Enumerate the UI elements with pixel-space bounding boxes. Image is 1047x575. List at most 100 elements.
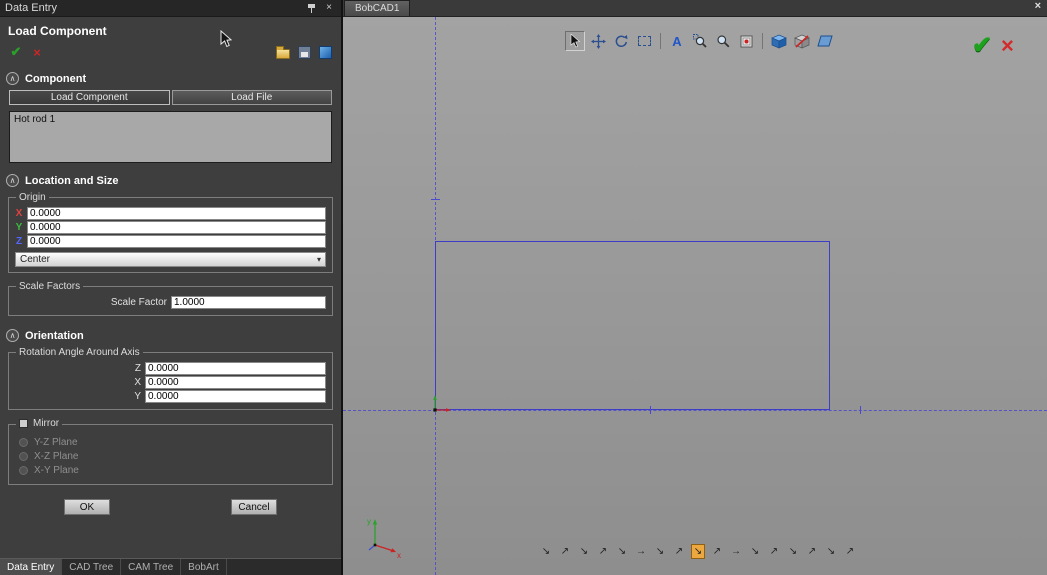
origin-z-input[interactable]: [27, 235, 326, 248]
translucent-view-icon[interactable]: [815, 31, 835, 51]
cancel-operation-icon[interactable]: ×: [1001, 33, 1014, 59]
panel-title: Data Entry: [5, 2, 300, 14]
snap-icon-8[interactable]: ↗: [672, 544, 686, 559]
mirror-checkbox[interactable]: [19, 419, 28, 428]
rotation-z-label: Z: [15, 363, 141, 374]
axis-x-label: X: [15, 208, 23, 219]
tab-cam-tree[interactable]: CAM Tree: [121, 559, 181, 575]
open-file-icon[interactable]: [274, 43, 292, 61]
snap-icon-17[interactable]: ↗: [843, 544, 857, 559]
collapse-icon: ∧: [6, 72, 19, 85]
scale-factors-group: Scale Factors Scale Factor: [8, 281, 333, 316]
document-area: BobCAD1 ×: [343, 0, 1047, 575]
radio-yz-plane[interactable]: [19, 438, 28, 447]
save-file-icon[interactable]: [295, 43, 313, 61]
cancel-button[interactable]: Cancel: [231, 499, 277, 515]
document-tab[interactable]: BobCAD1: [344, 0, 410, 16]
snap-icon-6[interactable]: →: [634, 544, 648, 559]
rotation-group-label: Rotation Angle Around Axis: [16, 347, 143, 358]
section-header-orientation[interactable]: ∧ Orientation: [0, 322, 341, 345]
hide-entity-icon[interactable]: [792, 31, 812, 51]
mirror-option-yz: Y-Z Plane: [19, 437, 322, 448]
snap-icon-14[interactable]: ↘: [786, 544, 800, 559]
component-buttons: Load Component Load File: [0, 88, 341, 107]
snap-icon-3[interactable]: ↘: [577, 544, 591, 559]
origin-x-input[interactable]: [27, 207, 326, 220]
rotation-x-label: X: [15, 377, 141, 388]
axis-y-label: Y: [15, 222, 23, 233]
rotation-group: Rotation Angle Around Axis Z X Y: [8, 347, 333, 410]
ok-button[interactable]: OK: [64, 499, 110, 515]
collapse-icon: ∧: [6, 329, 19, 342]
snap-icon-13[interactable]: ↗: [767, 544, 781, 559]
zoom-tool-icon[interactable]: [713, 31, 733, 51]
document-close-icon[interactable]: ×: [1035, 1, 1041, 12]
radio-label: Y-Z Plane: [34, 437, 78, 448]
pan-tool-icon[interactable]: [588, 31, 608, 51]
snap-icon-5[interactable]: ↘: [615, 544, 629, 559]
scale-factor-input[interactable]: [171, 296, 326, 309]
mirror-label: Mirror: [33, 418, 59, 429]
origin-group: Origin X Y Z Center ▾: [8, 192, 333, 273]
axis-tick: [431, 199, 440, 200]
zoom-extents-icon[interactable]: [736, 31, 756, 51]
cancel-button-icon[interactable]: ×: [28, 43, 46, 61]
radio-xy-plane[interactable]: [19, 466, 28, 475]
snap-icon-7[interactable]: ↘: [653, 544, 667, 559]
rotation-z-input[interactable]: [145, 362, 326, 375]
component-list[interactable]: Hot rod 1: [9, 111, 332, 163]
origin-y-input[interactable]: [27, 221, 326, 234]
snap-icon-4[interactable]: ↗: [596, 544, 610, 559]
snap-icon-11[interactable]: →: [729, 544, 743, 559]
snap-icon-12[interactable]: ↘: [748, 544, 762, 559]
confirm-operation-icon[interactable]: ✔: [972, 31, 992, 60]
radio-xz-plane[interactable]: [19, 452, 28, 461]
section-header-location-size[interactable]: ∧ Location and Size: [0, 167, 341, 190]
viewport-canvas[interactable]: y x: [343, 17, 1047, 575]
origin-group-label: Origin: [16, 192, 49, 203]
data-entry-panel: Data Entry × Load Component ✔ × ∧ Compon…: [0, 0, 343, 575]
pin-icon[interactable]: [304, 2, 318, 15]
shaded-view-icon[interactable]: [769, 31, 789, 51]
text-select-icon[interactable]: A: [667, 31, 687, 51]
load-file-button[interactable]: Load File: [172, 90, 333, 105]
list-item[interactable]: Hot rod 1: [11, 113, 330, 126]
load-component-button[interactable]: Load Component: [9, 90, 170, 105]
snap-icon-2[interactable]: ↗: [558, 544, 572, 559]
section-header-component[interactable]: ∧ Component: [0, 65, 341, 88]
dialog-toolbar: ✔ ×: [0, 41, 341, 65]
dialog-title: Load Component: [0, 17, 341, 41]
tab-data-entry[interactable]: Data Entry: [0, 559, 62, 575]
rotation-y-input[interactable]: [145, 390, 326, 403]
window-select-icon[interactable]: [634, 31, 654, 51]
axis-tick: [650, 406, 651, 414]
app-window: Data Entry × Load Component ✔ × ∧ Compon…: [0, 0, 1047, 575]
select-tool-button[interactable]: [565, 31, 585, 51]
anchor-dropdown[interactable]: Center ▾: [15, 252, 326, 267]
rotation-y-row: Y: [15, 390, 326, 403]
origin-y-row: Y: [15, 221, 326, 234]
ucs-axis-triad-icon: y x: [365, 515, 405, 564]
snap-icon-16[interactable]: ↘: [824, 544, 838, 559]
zoom-window-icon[interactable]: [690, 31, 710, 51]
snap-icon-10[interactable]: ↗: [710, 544, 724, 559]
snap-icon-1[interactable]: ↘: [539, 544, 553, 559]
radio-label: X-Z Plane: [34, 451, 78, 462]
panel-close-icon[interactable]: ×: [322, 2, 336, 15]
scale-factor-label: Scale Factor: [15, 297, 167, 308]
chevron-down-icon: ▾: [317, 255, 321, 264]
origin-marker-icon: [430, 394, 454, 419]
rotation-x-input[interactable]: [145, 376, 326, 389]
snap-icon-15[interactable]: ↗: [805, 544, 819, 559]
display-options-icon[interactable]: [316, 43, 334, 61]
scale-factor-row: Scale Factor: [15, 296, 326, 309]
apply-button[interactable]: ✔: [7, 43, 25, 61]
tab-cad-tree[interactable]: CAD Tree: [62, 559, 121, 575]
snap-icon-9-active[interactable]: ↘: [691, 544, 705, 559]
load-component-dialog: Load Component ✔ × ∧ Component Load Comp…: [0, 17, 341, 575]
rotation-z-row: Z: [15, 362, 326, 375]
rotate-view-icon[interactable]: [611, 31, 631, 51]
tab-bobart[interactable]: BobArt: [181, 559, 227, 575]
panel-tab-bar: Data Entry CAD Tree CAM Tree BobArt: [0, 558, 341, 575]
toolbar-separator: [660, 33, 661, 49]
